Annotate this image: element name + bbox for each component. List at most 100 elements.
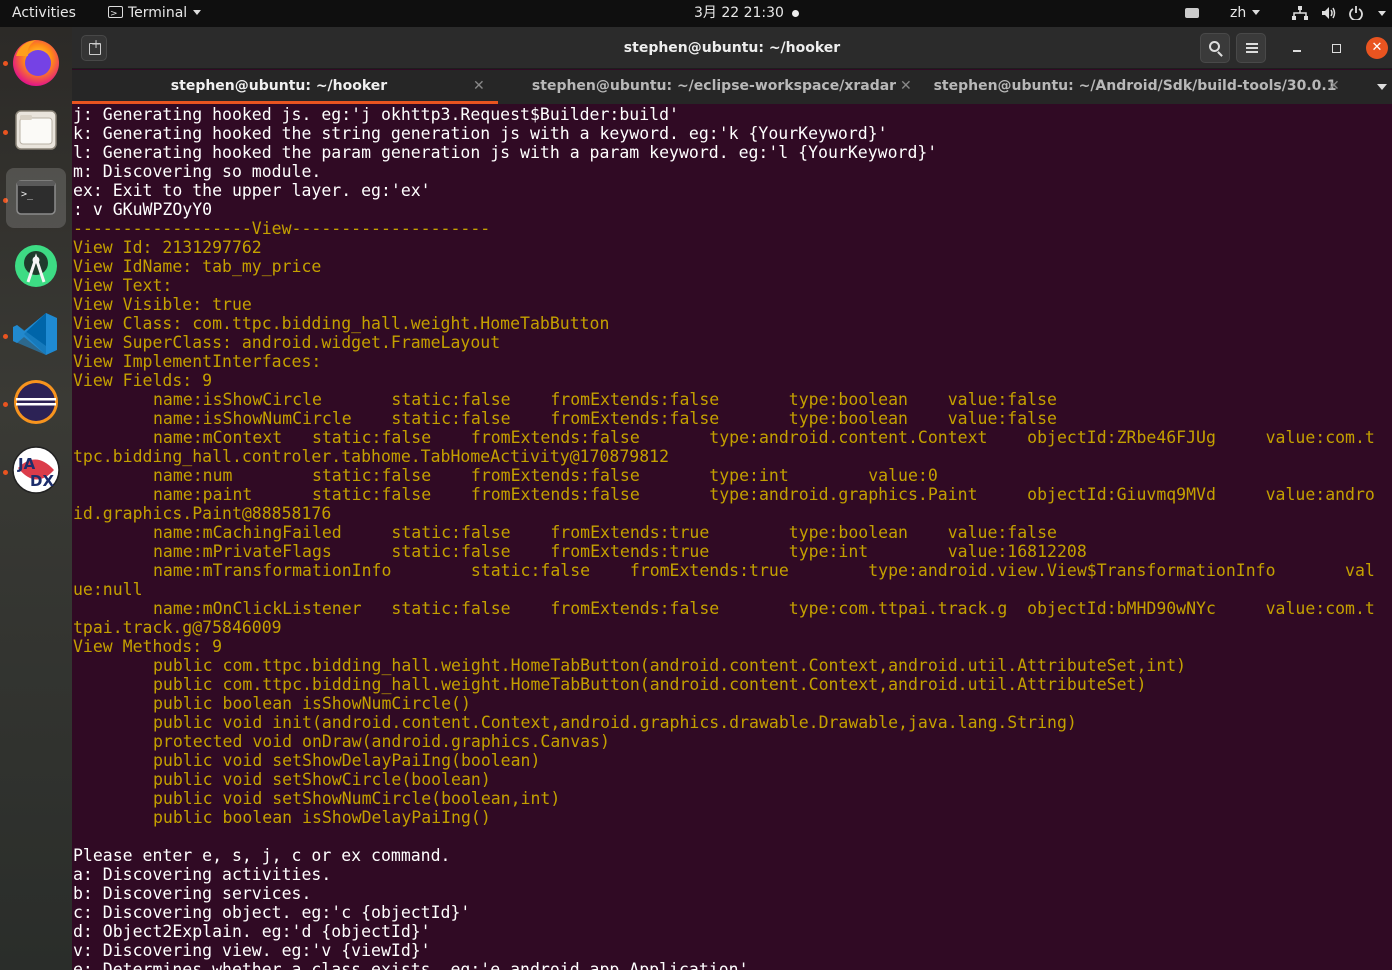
tabs-dropdown-icon[interactable] <box>1377 84 1387 90</box>
terminal-icon <box>108 1 123 28</box>
terminal-line: d: Object2Explain. eg:'d {objectId}' <box>73 922 431 941</box>
terminal-line: name:mCachingFailed static:false fromExt… <box>153 523 1057 542</box>
dock-jadx[interactable]: JA DX <box>6 440 66 500</box>
terminal-line: public com.ttpc.bidding_hall.weight.Home… <box>153 656 1187 675</box>
notification-dot-icon <box>792 10 799 17</box>
tab-label: stephen@ubuntu: ~/Android/Sdk/build-tool… <box>933 78 1337 94</box>
app-menu[interactable]: Terminal <box>108 0 202 28</box>
terminal-line: ------------------View------------------… <box>73 219 491 238</box>
input-method-label: zh <box>1230 5 1247 21</box>
terminal-line: protected void onDraw(android.graphics.C… <box>153 732 610 751</box>
hamburger-icon <box>1246 43 1258 53</box>
chevron-down-icon <box>193 10 202 15</box>
dock-eclipse[interactable] <box>6 372 66 432</box>
tab-xradar[interactable]: stephen@ubuntu: ~/eclipse-workspace/xrad… <box>498 70 934 104</box>
search-icon-handle <box>1217 51 1223 57</box>
keyboard-icon[interactable] <box>1185 8 1199 18</box>
terminal-line: j: Generating hooked js. eg:'j okhttp3.R… <box>73 105 679 124</box>
tab-build-tools[interactable]: stephen@ubuntu: ~/Android/Sdk/build-tool… <box>934 70 1364 104</box>
volume-icon[interactable] <box>1321 6 1337 20</box>
clock[interactable]: 3月 22 21:30 <box>694 0 784 27</box>
terminal-line: public boolean isShowDelayPaiIng() <box>153 808 491 827</box>
dock-firefox[interactable] <box>6 32 66 92</box>
terminal-line: public void setShowDelayPaiIng(boolean) <box>153 751 541 770</box>
dock-files[interactable] <box>6 100 66 160</box>
files-icon <box>15 110 57 150</box>
close-window-button[interactable]: ✕ <box>1366 37 1388 59</box>
terminal-line: a: Discovering activities. <box>73 865 332 884</box>
terminal-line: View Visible: true <box>73 295 252 314</box>
terminal-line: View ImplementInterfaces: <box>73 352 322 371</box>
terminal-line: m: Discovering so module. <box>73 162 322 181</box>
svg-text:DX: DX <box>30 472 54 490</box>
top-bar: Activities Terminal 3月 22 21:30 zh <box>0 0 1392 28</box>
tab-label: stephen@ubuntu: ~/eclipse-workspace/xrad… <box>531 78 897 94</box>
tab-close-icon[interactable]: ✕ <box>1328 70 1340 102</box>
header-bar: stephen@ubuntu: ~/hooker ✕ <box>72 27 1392 69</box>
terminal-output[interactable]: j: Generating hooked js. eg:'j okhttp3.R… <box>72 104 1392 970</box>
minimize-button[interactable] <box>1288 39 1306 57</box>
terminal-line: name:num static:false fromExtends:false … <box>153 466 938 485</box>
terminal-line: View Methods: 9 <box>73 637 223 656</box>
window-title: stephen@ubuntu: ~/hooker <box>623 40 841 56</box>
input-method-menu[interactable]: zh <box>1230 0 1261 27</box>
terminal-line: : v GKuWPZOyY0 <box>73 200 213 219</box>
search-button[interactable] <box>1200 33 1230 63</box>
tab-bar: stephen@ubuntu: ~/hooker ✕ stephen@ubunt… <box>72 70 1392 104</box>
tab-hooker[interactable]: stephen@ubuntu: ~/hooker <box>72 70 498 104</box>
terminal-line: ue:null <box>73 580 143 599</box>
terminal-line: name:isShowNumCircle static:false fromEx… <box>153 409 1057 428</box>
terminal-line: View Fields: 9 <box>73 371 213 390</box>
terminal-line: id.graphics.Paint@88858176 <box>73 504 332 523</box>
terminal-line: Please enter e, s, j, c or ex command. <box>73 846 451 865</box>
terminal-line: name:isShowCircle static:false fromExten… <box>153 390 1057 409</box>
dock-vscode[interactable] <box>6 304 66 364</box>
terminal-line: View Class: com.ttpc.bidding_hall.weight… <box>73 314 610 333</box>
hamburger-menu-button[interactable] <box>1236 33 1266 63</box>
terminal-line: name:mContext static:false fromExtends:f… <box>153 428 1375 447</box>
terminal-app-icon: >_ <box>16 180 56 215</box>
firefox-icon <box>13 40 59 86</box>
eclipse-icon <box>14 380 58 424</box>
terminal-line: l: Generating hooked the param generatio… <box>73 143 938 162</box>
dock-terminal[interactable]: >_ <box>6 168 66 228</box>
terminal-line: public com.ttpc.bidding_hall.weight.Home… <box>153 675 1147 694</box>
terminal-line: v: Discovering view. eg:'v {viewId}' <box>73 941 431 960</box>
terminal-line: tpc.bidding_hall.controler.tabhome.TabHo… <box>73 447 670 466</box>
terminal-window: stephen@ubuntu: ~/hooker ✕ stephen@ubunt… <box>72 27 1392 970</box>
tab-close-icon[interactable]: ✕ <box>473 70 485 102</box>
terminal-line: ex: Exit to the upper layer. eg:'ex' <box>73 181 431 200</box>
terminal-line: b: Discovering services. <box>73 884 312 903</box>
system-menu-chevron-icon[interactable] <box>1378 11 1386 16</box>
power-icon[interactable] <box>1349 6 1363 20</box>
svg-text:>_: >_ <box>21 189 34 200</box>
tab-label: stephen@ubuntu: ~/hooker <box>170 78 388 94</box>
terminal-line: public void init(android.content.Context… <box>153 713 1077 732</box>
maximize-button[interactable] <box>1327 39 1345 57</box>
terminal-line: tpai.track.g@75846009 <box>73 618 282 637</box>
network-icon[interactable] <box>1292 6 1308 20</box>
terminal-line: c: Discovering object. eg:'c {objectId}' <box>73 903 471 922</box>
terminal-line: e: Determines whether a class exists. eg… <box>73 960 749 970</box>
jadx-icon: JA DX <box>12 446 60 494</box>
tab-close-icon[interactable]: ✕ <box>900 70 912 102</box>
terminal-line: name:mPrivateFlags static:false fromExte… <box>153 542 1087 561</box>
terminal-line: View SuperClass: android.widget.FrameLay… <box>73 333 501 352</box>
terminal-line: name:mOnClickListener static:false fromE… <box>153 599 1375 618</box>
android-studio-icon <box>15 245 57 287</box>
activities-button[interactable]: Activities <box>12 0 76 27</box>
app-menu-label: Terminal <box>128 5 188 21</box>
terminal-line: name:mTransformationInfo static:false fr… <box>153 561 1375 580</box>
svg-text:JA: JA <box>17 455 36 473</box>
terminal-line: public boolean isShowNumCircle() <box>153 694 471 713</box>
terminal-line: View Id: 2131297762 <box>73 238 262 257</box>
terminal-line: public void setShowNumCircle(boolean,int… <box>153 789 561 808</box>
vscode-icon <box>13 313 57 355</box>
terminal-line: k: Generating hooked the string generati… <box>73 124 888 143</box>
terminal-lines: j: Generating hooked js. eg:'j okhttp3.R… <box>73 105 1375 970</box>
terminal-line: View IdName: tab_my_price <box>73 257 322 276</box>
dock-android-studio[interactable] <box>6 236 66 296</box>
terminal-line: public void setShowCircle(boolean) <box>153 770 491 789</box>
terminal-line: View Text: <box>73 276 173 295</box>
